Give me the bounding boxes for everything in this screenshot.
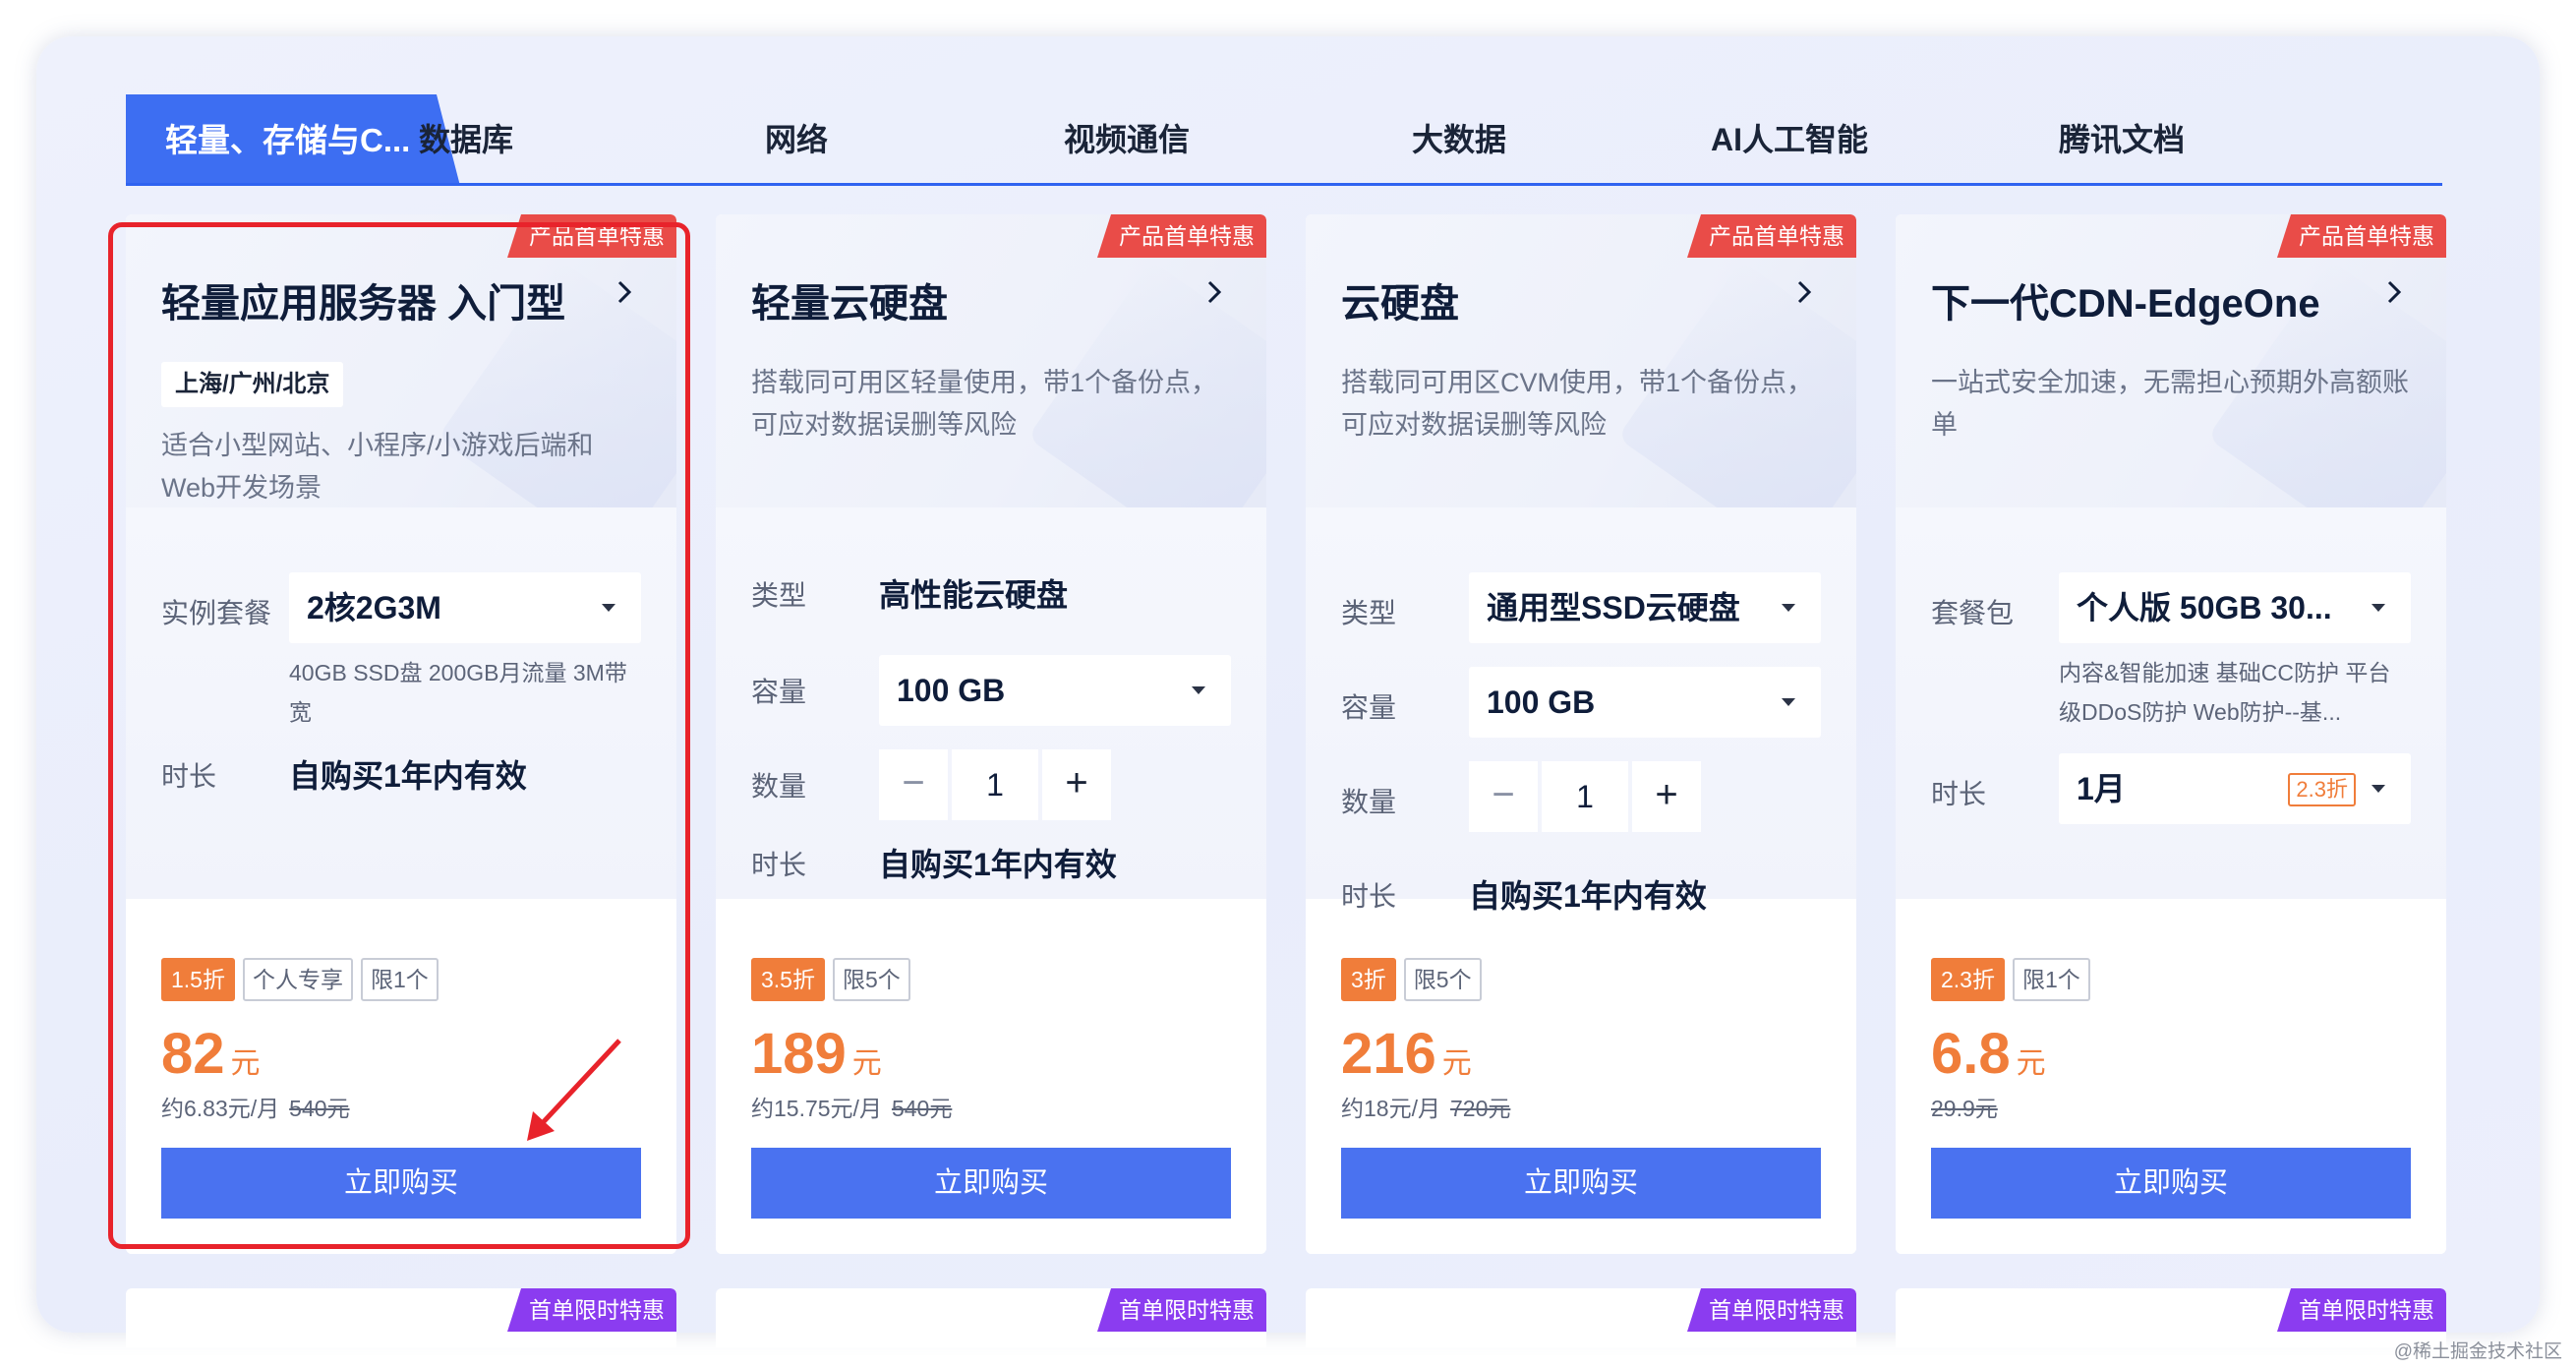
discount-tag: 3.5折 bbox=[751, 958, 825, 1001]
next-product-card: 首单限时特惠 bbox=[716, 1288, 1266, 1347]
product-card-edgeone: 产品首单特惠 下一代CDN-EdgeOne 一站式安全加速，无需担心预期外高额账… bbox=[1896, 214, 2446, 1254]
tab-big-data[interactable]: 大数据 bbox=[1331, 94, 1587, 186]
next-product-card: 首单限时特惠 bbox=[1306, 1288, 1856, 1347]
quantity-input[interactable]: 1 bbox=[1542, 761, 1628, 832]
promo-badge: 产品首单特惠 bbox=[1097, 214, 1266, 258]
caret-down-icon bbox=[2371, 604, 2385, 612]
tab-network[interactable]: 网络 bbox=[669, 94, 924, 186]
product-card-cloud-disk: 产品首单特惠 云硬盘 搭载同可用区CVM使用，带1个备份点，可应对数据误删等风险… bbox=[1306, 214, 1856, 1254]
buy-now-button[interactable]: 立即购买 bbox=[751, 1148, 1231, 1219]
caret-down-icon bbox=[1782, 698, 1795, 706]
type-select[interactable]: 通用型SSD云硬盘 bbox=[1469, 572, 1821, 643]
buy-now-button[interactable]: 立即购买 bbox=[1931, 1148, 2411, 1219]
tab-video-communication[interactable]: 视频通信 bbox=[999, 94, 1255, 186]
limited-time-badge: 首单限时特惠 bbox=[507, 1288, 676, 1332]
discount-tag: 2.3折 bbox=[1931, 958, 2005, 1001]
duration-select[interactable]: 1月 2.3折 bbox=[2059, 753, 2411, 824]
promo-tags: 3.5折 限5个 bbox=[751, 958, 918, 1001]
category-tabs: 轻量、存储与C... 数据库 网络 视频通信 大数据 AI人工智能 腾讯文档 bbox=[126, 94, 2442, 186]
card-description: 搭载同可用区轻量使用，带1个备份点，可应对数据误删等风险 bbox=[751, 368, 1218, 440]
next-product-card: 首单限时特惠 bbox=[1896, 1288, 2446, 1347]
capacity-select[interactable]: 100 GB bbox=[1469, 667, 1821, 738]
card-description: 搭载同可用区CVM使用，带1个备份点，可应对数据误删等风险 bbox=[1341, 368, 1814, 440]
price-detail: 29.9元 bbox=[1931, 1090, 1998, 1123]
limited-time-badge: 首单限时特惠 bbox=[1687, 1288, 1856, 1332]
watermark: @稀土掘金技术社区 bbox=[2393, 1341, 2562, 1362]
quantity-stepper: − 1 + bbox=[879, 749, 1111, 820]
duration-label: 时长 bbox=[1341, 881, 1397, 912]
limit-tag: 限1个 bbox=[2012, 958, 2090, 1001]
quantity-stepper: − 1 + bbox=[1469, 761, 1701, 832]
card-title[interactable]: 云硬盘 bbox=[1341, 271, 1459, 328]
next-product-card: 首单限时特惠 bbox=[126, 1288, 676, 1347]
chevron-right-icon[interactable] bbox=[2379, 277, 2409, 307]
package-note: 内容&智能加速 基础CC防护 平台级DDoS防护 Web防护--基... bbox=[2059, 660, 2391, 725]
annotation-arrow-icon bbox=[527, 1039, 621, 1141]
price: 216 元 bbox=[1341, 1022, 1472, 1086]
promo-badge: 产品首单特惠 bbox=[1687, 214, 1856, 258]
limit-tag: 限5个 bbox=[1403, 958, 1482, 1001]
limited-time-badge: 首单限时特惠 bbox=[1097, 1288, 1266, 1332]
type-label: 类型 bbox=[1341, 598, 1397, 628]
duration-discount-tag: 2.3折 bbox=[2288, 773, 2356, 806]
increment-button[interactable]: + bbox=[1632, 761, 1701, 832]
card-description: 一站式安全加速，无需担心预期外高额账单 bbox=[1931, 368, 2409, 440]
quantity-input[interactable]: 1 bbox=[952, 749, 1038, 820]
card-title[interactable]: 下一代CDN-EdgeOne bbox=[1931, 271, 2320, 328]
price: 189 元 bbox=[751, 1022, 882, 1086]
duration-label: 时长 bbox=[751, 850, 807, 880]
type-value: 高性能云硬盘 bbox=[879, 577, 1069, 613]
tab-tencent-docs[interactable]: 腾讯文档 bbox=[1994, 94, 2250, 186]
increment-button[interactable]: + bbox=[1042, 749, 1111, 820]
caret-down-icon bbox=[2371, 785, 2385, 793]
caret-down-icon bbox=[1782, 604, 1795, 612]
package-select[interactable]: 个人版 50GB 30... bbox=[2059, 572, 2411, 643]
capacity-label: 容量 bbox=[1341, 692, 1397, 723]
promo-tags: 3折 限5个 bbox=[1341, 958, 1490, 1001]
original-price: 540元 bbox=[891, 1096, 953, 1121]
price: 6.8 元 bbox=[1931, 1022, 2046, 1086]
type-label: 类型 bbox=[751, 580, 807, 611]
original-price: 720元 bbox=[1449, 1096, 1511, 1121]
caret-down-icon bbox=[1192, 686, 1205, 694]
limit-tag: 限5个 bbox=[832, 958, 910, 1001]
quantity-label: 数量 bbox=[751, 771, 807, 802]
promo-tags: 2.3折 限1个 bbox=[1931, 958, 2098, 1001]
chevron-right-icon[interactable] bbox=[1789, 277, 1819, 307]
duration-value: 自购买1年内有效 bbox=[1469, 878, 1707, 914]
limited-time-badge: 首单限时特惠 bbox=[2277, 1288, 2446, 1332]
tab-database[interactable]: 数据库 bbox=[338, 94, 594, 186]
chevron-right-icon[interactable] bbox=[1200, 277, 1229, 307]
decrement-button[interactable]: − bbox=[1469, 761, 1538, 832]
tabs-underline bbox=[126, 183, 2442, 186]
duration-label: 时长 bbox=[1931, 779, 1987, 809]
price-detail: 约15.75元/月 540元 bbox=[751, 1096, 953, 1121]
discount-tag: 3折 bbox=[1341, 958, 1396, 1001]
product-card-lighthouse-disk: 产品首单特惠 轻量云硬盘 搭载同可用区轻量使用，带1个备份点，可应对数据误删等风… bbox=[716, 214, 1266, 1254]
price-detail: 约18元/月 720元 bbox=[1341, 1096, 1511, 1121]
capacity-select[interactable]: 100 GB bbox=[879, 655, 1231, 726]
package-label: 套餐包 bbox=[1931, 598, 2015, 628]
capacity-label: 容量 bbox=[751, 677, 807, 707]
decrement-button[interactable]: − bbox=[879, 749, 948, 820]
original-price: 29.9元 bbox=[1931, 1096, 1998, 1121]
card-title[interactable]: 轻量云硬盘 bbox=[751, 271, 948, 328]
tab-ai[interactable]: AI人工智能 bbox=[1662, 94, 1917, 186]
promo-badge: 产品首单特惠 bbox=[2277, 214, 2446, 258]
duration-value: 自购买1年内有效 bbox=[879, 847, 1117, 882]
buy-now-button[interactable]: 立即购买 bbox=[1341, 1148, 1821, 1219]
quantity-label: 数量 bbox=[1341, 787, 1397, 817]
